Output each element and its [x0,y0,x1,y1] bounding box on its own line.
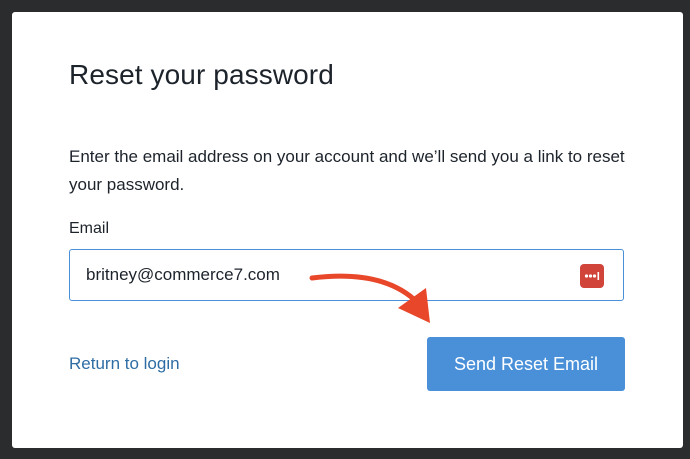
instructions-text: Enter the email address on your account … [69,147,625,194]
email-input[interactable] [70,250,623,300]
email-label: Email [69,220,110,237]
page-title: Reset your password [69,59,334,90]
password-manager-icon[interactable] [580,264,604,288]
email-field[interactable] [69,249,624,301]
return-to-login-link[interactable]: Return to login [69,354,180,374]
send-reset-email-button[interactable]: Send Reset Email [427,337,625,391]
reset-password-card: Reset your password Enter the email addr… [12,12,683,448]
